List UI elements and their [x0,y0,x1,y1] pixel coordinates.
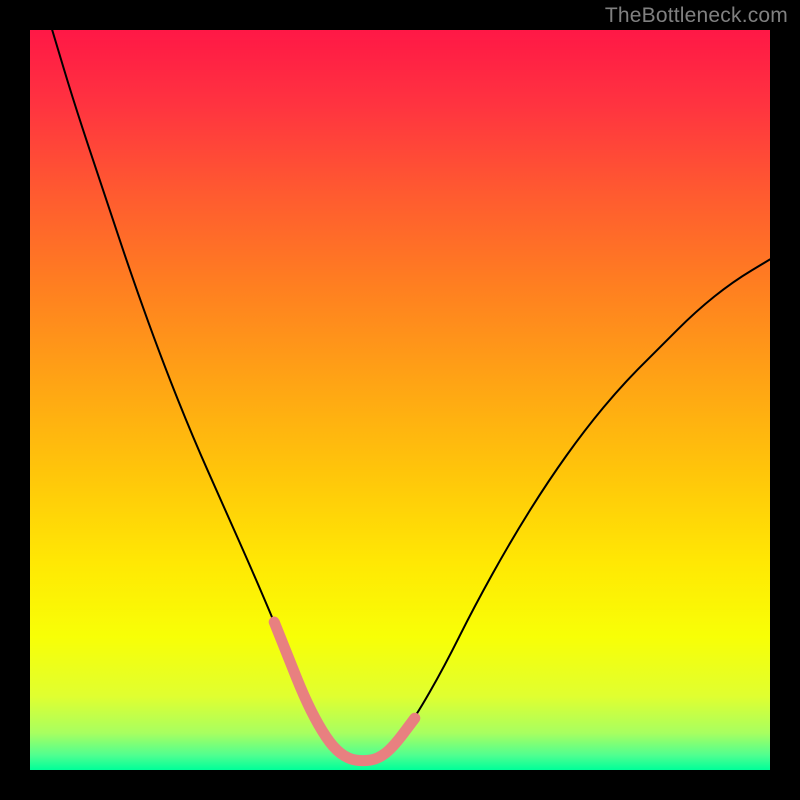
bottleneck-chart [0,0,800,800]
chart-stage: TheBottleneck.com [0,0,800,800]
gradient-plot-area [30,30,770,770]
